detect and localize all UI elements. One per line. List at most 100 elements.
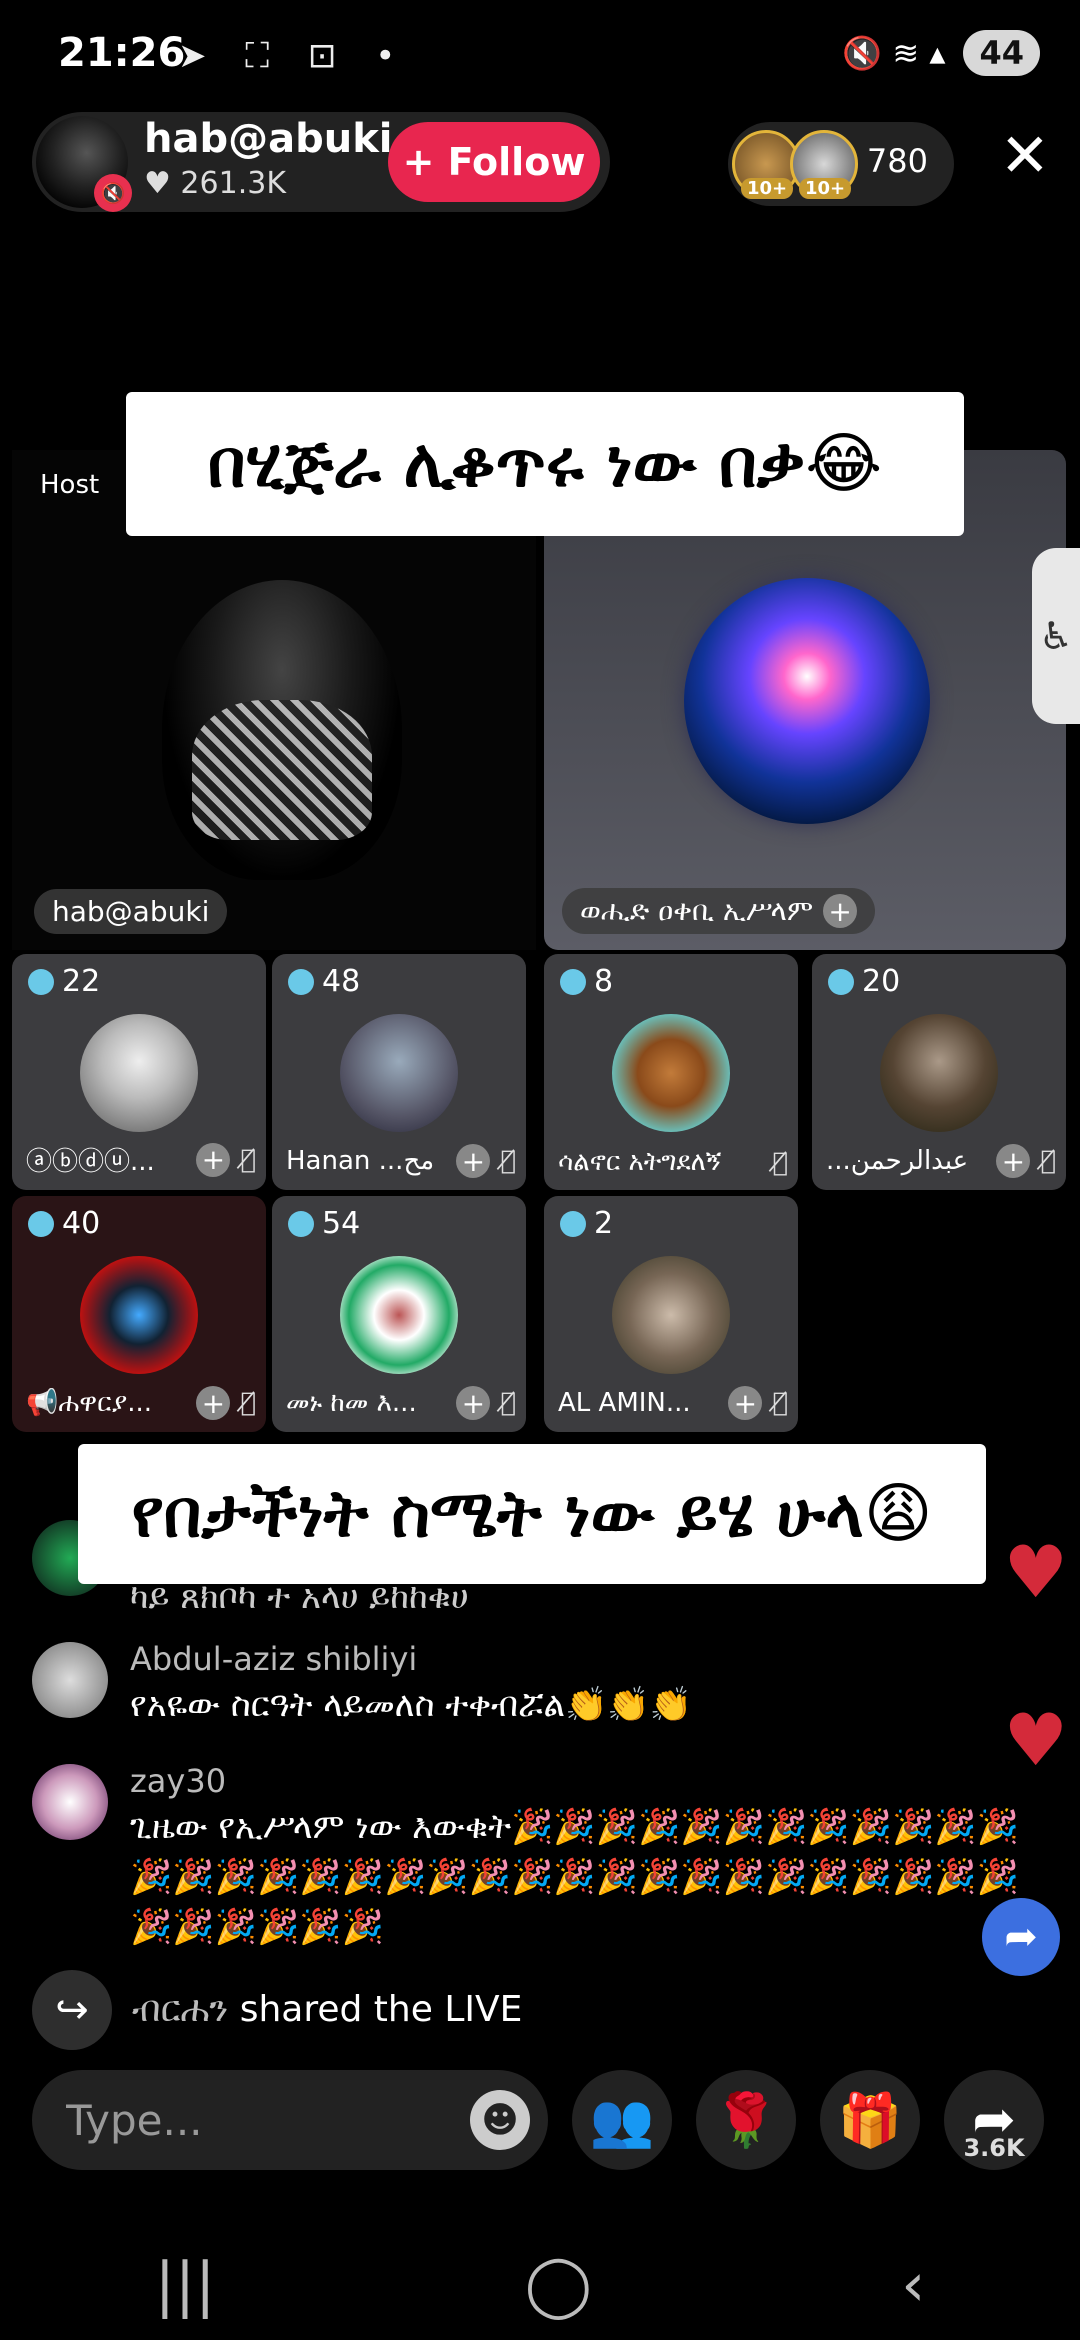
comment-input-box[interactable]: ☻ [32,2070,548,2170]
seat-avatar [612,1256,730,1374]
seat-avatar [80,1014,198,1132]
seat-score: 8 [594,964,614,999]
guest-tile-name: ወሒድ ዐቀቢ ኢሥላም + [562,888,876,934]
host-label: Host [40,470,100,500]
guest-seat[interactable]: 48 Hanan ...مح + 🎙̸ [272,954,526,1190]
host-tile-name-text: hab@abuki [52,895,210,928]
guest-name-text: ወሒድ ዐቀቢ ኢሥላም [580,894,814,927]
floating-heart-icon: ♥ [1003,1530,1068,1614]
seat-name: Hanan ...مح [286,1146,435,1176]
seat-avatar [612,1014,730,1132]
diamond-icon [288,1210,314,1237]
host-info-bar[interactable]: 🔇 hab@abuki ♥ 261.3K + Follow [32,112,610,212]
add-seat-button[interactable]: + [196,1142,231,1177]
muted-mic-icon: 🔇 [94,174,132,212]
seat-name: ⓐⓑⓓⓤ... [26,1147,155,1177]
diamond-icon [828,968,854,995]
seat-score: 48 [322,964,361,999]
seat-avatar [340,1256,458,1374]
diamond-icon [560,1210,586,1237]
home-icon[interactable]: ◯ [525,2250,592,2320]
floating-heart-icon: ♥ [1003,1698,1068,1782]
mic-off-icon: 🎙̸ [772,1388,788,1418]
viewer-level-badge: 10+ [741,178,794,199]
emoji-icon[interactable]: ☻ [470,2090,530,2150]
gift-icon[interactable]: 🎁 [820,2070,920,2170]
comment-text: የአዬው ስርዓት ላይመለስ ተቀብሯል👏👏👏 [130,1685,693,1725]
share-fab-icon[interactable]: ➦ [982,1898,1060,1976]
guest-seat[interactable]: 40 📢ሐዋርያ... + 🎙̸ [12,1196,266,1432]
caption-overlay-middle: የበታችነት ስሜት ነው ይሄ ሁላ😩 [78,1444,986,1584]
system-icons: 🔇 ≋ ▴ 44 [842,30,1040,76]
commenter-avatar[interactable] [32,1764,108,1840]
comment-username[interactable]: Abdul-aziz shibliyi [130,1640,417,1678]
viewer-level-badge: 10+ [799,178,852,199]
host-name[interactable]: hab@abuki [144,116,393,162]
notification-icons: ➤ ⛶ ⊡ • [178,36,410,76]
system-nav-bar: ||| ◯ ‹ [0,2230,1080,2340]
host-tile-name: hab@abuki [34,889,228,934]
share-button[interactable]: ➦ 3.6K [944,2070,1044,2170]
seat-name: 📢ሐዋርያ... [26,1387,153,1418]
top-viewer-avatar[interactable]: 10+ [790,130,858,199]
host-likes: ♥ 261.3K [144,166,286,201]
guest-seat[interactable]: 22 ⓐⓑⓓⓤ... + 🎙̸ [12,954,266,1190]
close-icon[interactable]: ✕ [1000,126,1050,186]
caption-overlay-top: በሂጅራ ሊቆጥሩ ነው በቃ😂 [126,392,964,536]
clock: 21:26 [58,30,186,76]
diamond-icon [28,1210,54,1237]
seat-avatar [340,1014,458,1132]
mic-off-icon: 🎙̸ [240,1144,256,1175]
add-guest-button[interactable]: + [823,894,858,928]
mic-off-icon: 🎙̸ [500,1146,516,1176]
share-event-user[interactable]: ብርሐን [132,1989,228,2030]
viewer-count: 780 [866,142,928,180]
seat-score: 20 [862,964,901,999]
diamond-icon [28,968,54,995]
add-seat-button[interactable]: + [728,1386,763,1420]
seat-score: 22 [62,964,101,999]
back-icon[interactable]: ‹ [901,2250,925,2320]
status-bar: 21:26 ➤ ⛶ ⊡ • 🔇 ≋ ▴ 44 [0,0,1080,110]
accessibility-icon[interactable]: ♿ [1032,548,1080,724]
add-seat-button[interactable]: + [996,1144,1031,1178]
add-seat-button[interactable]: + [456,1386,491,1420]
comment-username[interactable]: zay30 [130,1762,226,1800]
seat-score: 2 [594,1206,614,1241]
share-event-text: ብርሐን shared the LIVE [132,1989,522,2031]
guest-seat[interactable]: 2 AL AMIN... + 🎙̸ [544,1196,798,1432]
mic-off-icon: 🎙̸ [772,1147,788,1178]
seat-name: ሳልኖር አትግደለኝ [558,1147,722,1177]
viewer-list[interactable]: 10+ 10+ 780 [728,122,954,206]
share-arrow-icon: ↪ [32,1970,112,2050]
diamond-icon [288,968,314,995]
share-event-row: ↪ ብርሐን shared the LIVE [32,1970,522,2050]
comment-input[interactable] [66,2090,446,2150]
host-video-image [162,580,402,880]
guests-icon[interactable]: 👥 [572,2070,672,2170]
seat-score: 54 [322,1206,361,1241]
add-seat-button[interactable]: + [196,1386,231,1420]
guest-seat[interactable]: 8 ሳልኖር አትግደለኝ 🎙̸ [544,954,798,1190]
guest-seat[interactable]: 54 መኑ ከመ እ... + 🎙̸ [272,1196,526,1432]
follow-button[interactable]: + Follow [388,122,600,202]
share-event-action: shared the LIVE [228,1989,523,2030]
guest-seat[interactable]: 20 ...عبدالرحمن + 🎙̸ [812,954,1066,1190]
mic-off-icon: 🎙̸ [240,1388,256,1418]
mic-off-icon: 🎙̸ [1040,1146,1056,1176]
commenter-avatar[interactable] [32,1642,108,1718]
rose-gift-icon[interactable]: 🌹 [696,2070,796,2170]
recent-apps-icon[interactable]: ||| [155,2250,216,2320]
seat-name: ...عبدالرحمن [826,1146,969,1176]
add-seat-button[interactable]: + [456,1144,491,1178]
system-status-icons: 🔇 ≋ ▴ [842,34,946,72]
seat-name: AL AMIN... [558,1388,691,1418]
mic-off-icon: 🎙̸ [500,1388,516,1418]
guest-avatar [684,578,930,824]
diamond-icon [560,968,586,995]
share-count: 3.6K [963,2134,1025,2162]
seat-score: 40 [62,1206,101,1241]
battery-indicator: 44 [963,30,1040,76]
seat-name: መኑ ከመ እ... [286,1387,417,1418]
seat-avatar [80,1256,198,1374]
